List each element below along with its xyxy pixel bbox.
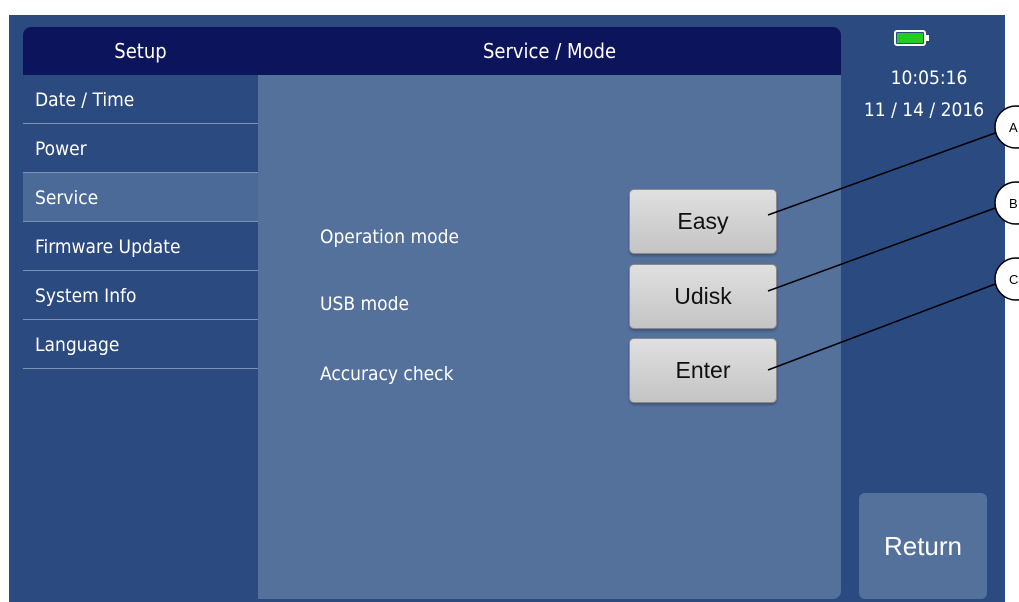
callout-label-c: C (1009, 272, 1018, 287)
callout-line-b (767, 206, 999, 292)
callout-annotations: A B C (767, 105, 1019, 371)
callout-label-a: A (1009, 120, 1018, 135)
callout-line-c (767, 282, 999, 371)
callout-line-a (767, 131, 999, 216)
callout-label-b: B (1009, 196, 1018, 211)
